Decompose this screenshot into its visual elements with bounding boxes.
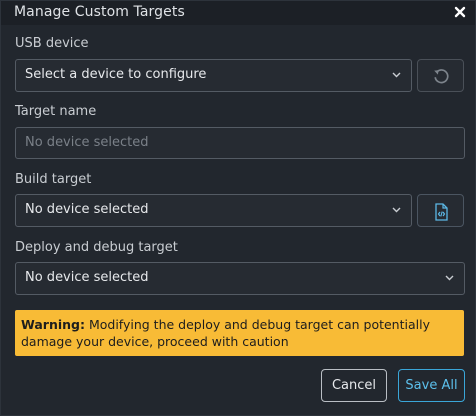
target-name-label: Target name [15, 104, 97, 119]
usb-device-select[interactable]: Select a device to configure [15, 59, 412, 92]
warning-prefix: Warning: [21, 317, 85, 332]
chevron-down-icon [445, 275, 454, 281]
build-target-select-value: No device selected [25, 202, 149, 217]
manage-custom-targets-dialog: Manage Custom Targets USB device Select … [0, 0, 476, 416]
deploy-target-select-value: No device selected [25, 270, 149, 285]
save-all-button[interactable]: Save All [398, 369, 465, 402]
cancel-button[interactable]: Cancel [321, 369, 387, 402]
code-file-icon [435, 203, 448, 221]
deploy-target-select[interactable]: No device selected [15, 262, 465, 295]
build-target-select[interactable]: No device selected [15, 194, 412, 227]
target-name-placeholder: No device selected [25, 135, 149, 150]
dialog-title: Manage Custom Targets [14, 4, 185, 20]
refresh-icon [434, 69, 449, 84]
chevron-down-icon [392, 207, 401, 213]
chevron-down-icon [392, 72, 401, 78]
deploy-target-label: Deploy and debug target [15, 240, 178, 255]
dialog-titlebar: Manage Custom Targets [1, 1, 475, 25]
build-target-label: Build target [15, 172, 92, 187]
usb-device-select-value: Select a device to configure [25, 67, 207, 82]
usb-device-label: USB device [15, 36, 89, 51]
refresh-devices-button[interactable] [417, 59, 464, 92]
edit-build-target-button[interactable] [417, 194, 464, 227]
target-name-input[interactable]: No device selected [15, 127, 465, 159]
warning-banner: Warning: Modifying the deploy and debug … [15, 310, 464, 356]
close-icon[interactable] [453, 5, 467, 19]
